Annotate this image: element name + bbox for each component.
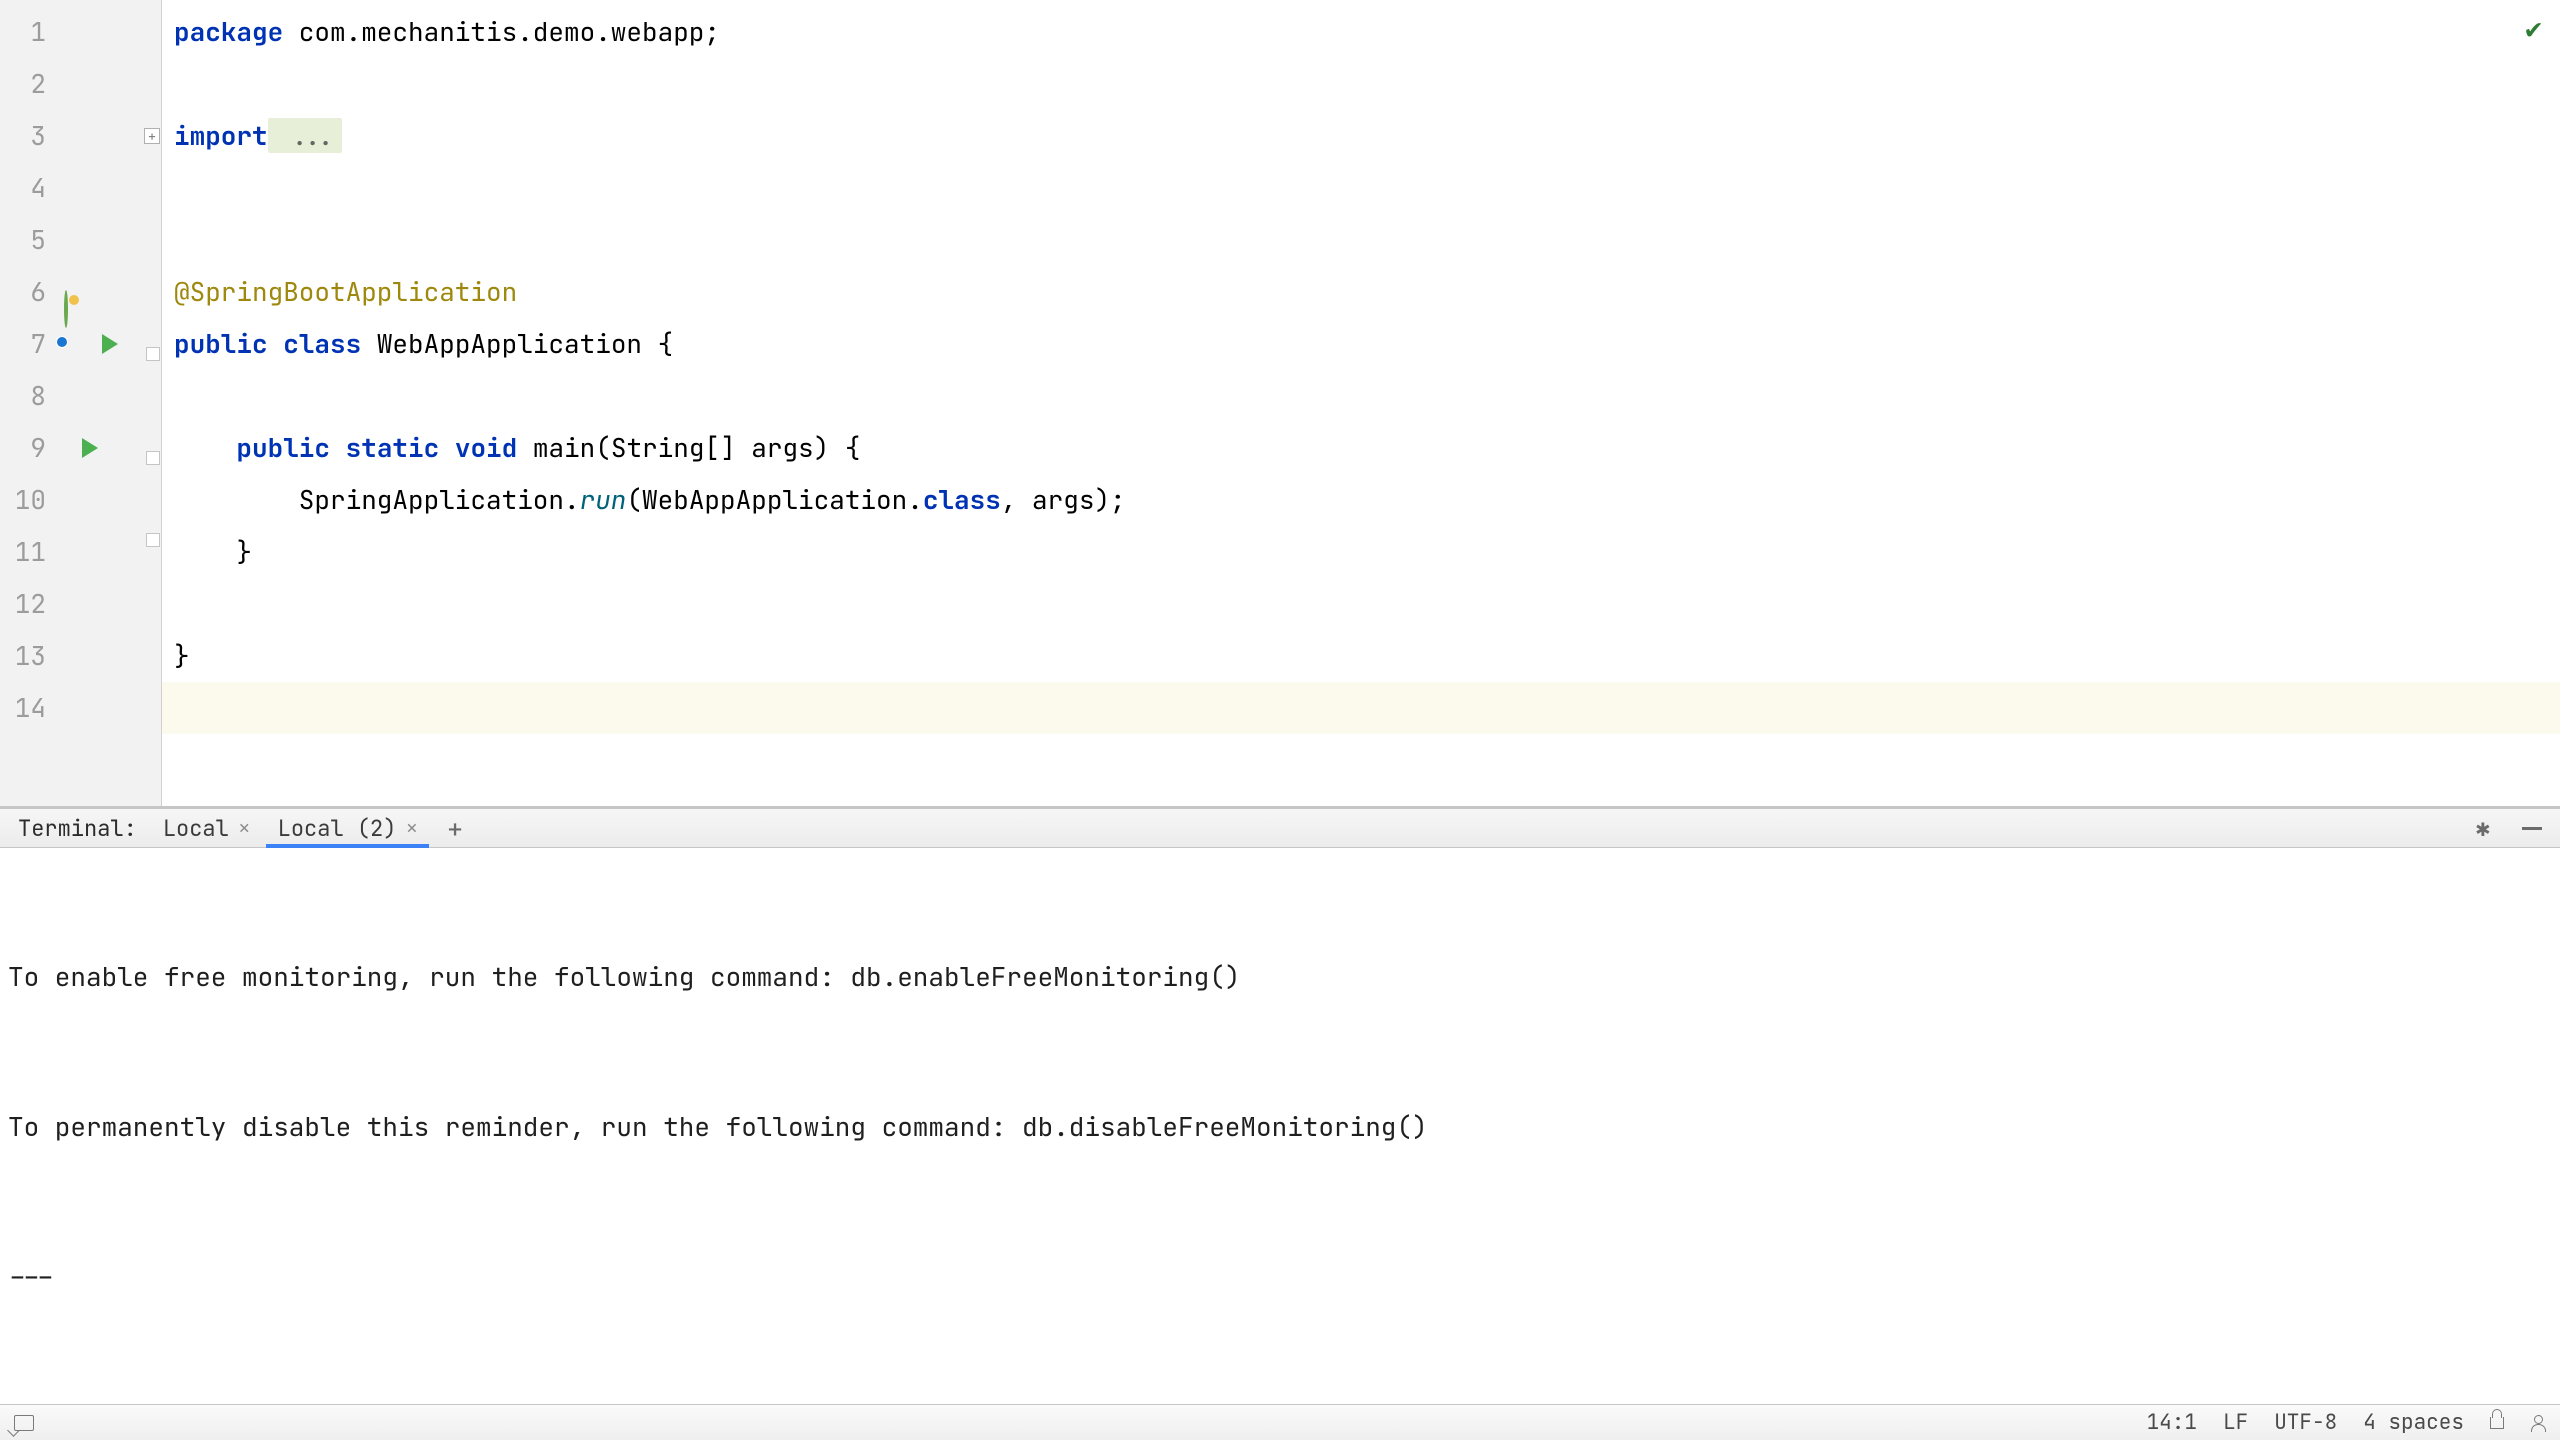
keyword-class: class (283, 326, 361, 361)
static-method: run (580, 482, 627, 517)
indent-setting[interactable]: 4 spaces (2363, 1409, 2464, 1436)
method-signature: main(String[] args) { (517, 430, 860, 465)
line-number[interactable]: 3 (0, 110, 60, 162)
keyword-import: import (174, 118, 268, 153)
terminal-line: To permanently disable this reminder, ru… (8, 1102, 2552, 1152)
fold-placeholder[interactable]: ... (268, 118, 342, 153)
run-method-icon[interactable] (82, 438, 98, 458)
line-number[interactable]: 12 (0, 578, 60, 630)
cursor-position[interactable]: 14:1 (2147, 1409, 2197, 1436)
keyword-void: void (455, 430, 517, 465)
code-text: (WebAppApplication. (626, 482, 922, 517)
line-number[interactable]: 1 (0, 6, 60, 58)
line-separator[interactable]: LF (2223, 1409, 2248, 1436)
terminal-line: --- (8, 1252, 2552, 1302)
close-icon[interactable]: ✕ (406, 817, 417, 840)
keyword-static: static (346, 430, 440, 465)
cursor-line[interactable] (162, 682, 2560, 734)
event-log-icon[interactable] (14, 1415, 34, 1431)
line-number[interactable]: 6 (0, 266, 60, 318)
class-reference: class (923, 482, 1001, 517)
file-encoding[interactable]: UTF-8 (2274, 1409, 2337, 1436)
terminal-label: Terminal: (8, 814, 147, 843)
package-name: com.mechanitis.demo.webapp; (283, 14, 720, 49)
line-number[interactable]: 5 (0, 214, 60, 266)
fold-collapse-icon[interactable] (146, 451, 160, 465)
fold-collapse-icon[interactable] (146, 533, 160, 547)
status-bar: 14:1 LF UTF-8 4 spaces (0, 1404, 2560, 1440)
line-number[interactable]: 13 (0, 630, 60, 682)
keyword-package: package (174, 14, 283, 49)
inspector-icon[interactable] (2530, 1415, 2546, 1431)
inspection-ok-icon[interactable]: ✔ (2525, 10, 2542, 47)
class-declaration: WebAppApplication { (361, 326, 673, 361)
annotation: @SpringBootApplication (174, 274, 517, 309)
fold-expand-icon[interactable]: + (144, 128, 160, 144)
keyword-public: public (236, 430, 330, 465)
line-number[interactable]: 2 (0, 58, 60, 110)
add-terminal-icon[interactable]: + (433, 811, 477, 846)
close-brace: } (174, 534, 252, 569)
minimize-icon[interactable] (2522, 827, 2542, 830)
line-number[interactable]: 10 (0, 474, 60, 526)
code-editor[interactable]: package com.mechanitis.demo.webapp; impo… (162, 0, 2560, 806)
close-icon[interactable]: ✕ (239, 817, 250, 840)
terminal-tab-label: Local (163, 814, 229, 843)
terminal-tab[interactable]: Local ✕ (151, 809, 262, 847)
gutter-line-numbers: 1 2 3 4 5 6 7 8 9 10 11 12 13 14 (0, 0, 60, 806)
line-number[interactable]: 8 (0, 370, 60, 422)
editor-area: 1 2 3 4 5 6 7 8 9 10 11 12 13 14 + (0, 0, 2560, 806)
line-number[interactable]: 9 (0, 422, 60, 474)
close-brace: } (174, 638, 190, 673)
fold-collapse-icon[interactable] (146, 347, 160, 361)
terminal-tab-label: Local (2) (278, 814, 397, 843)
line-number[interactable]: 14 (0, 682, 60, 734)
line-number[interactable]: 7 (0, 318, 60, 370)
line-number[interactable]: 4 (0, 162, 60, 214)
run-class-icon[interactable] (102, 334, 118, 354)
terminal-line: To enable free monitoring, run the follo… (8, 952, 2552, 1002)
lock-icon[interactable] (2490, 1417, 2504, 1429)
terminal-panel: Terminal: Local ✕ Local (2) ✕ + To enabl… (0, 808, 2560, 1404)
code-text: SpringApplication. (174, 482, 580, 517)
terminal-tab[interactable]: Local (2) ✕ (266, 809, 430, 847)
keyword-public: public (174, 326, 268, 361)
line-number[interactable]: 11 (0, 526, 60, 578)
terminal-tab-bar: Terminal: Local ✕ Local (2) ✕ + (0, 808, 2560, 848)
code-text: , args); (1001, 482, 1126, 517)
gear-icon[interactable] (2472, 817, 2494, 839)
gutter-icons: + (60, 0, 162, 806)
terminal-content[interactable]: To enable free monitoring, run the follo… (0, 848, 2560, 1404)
